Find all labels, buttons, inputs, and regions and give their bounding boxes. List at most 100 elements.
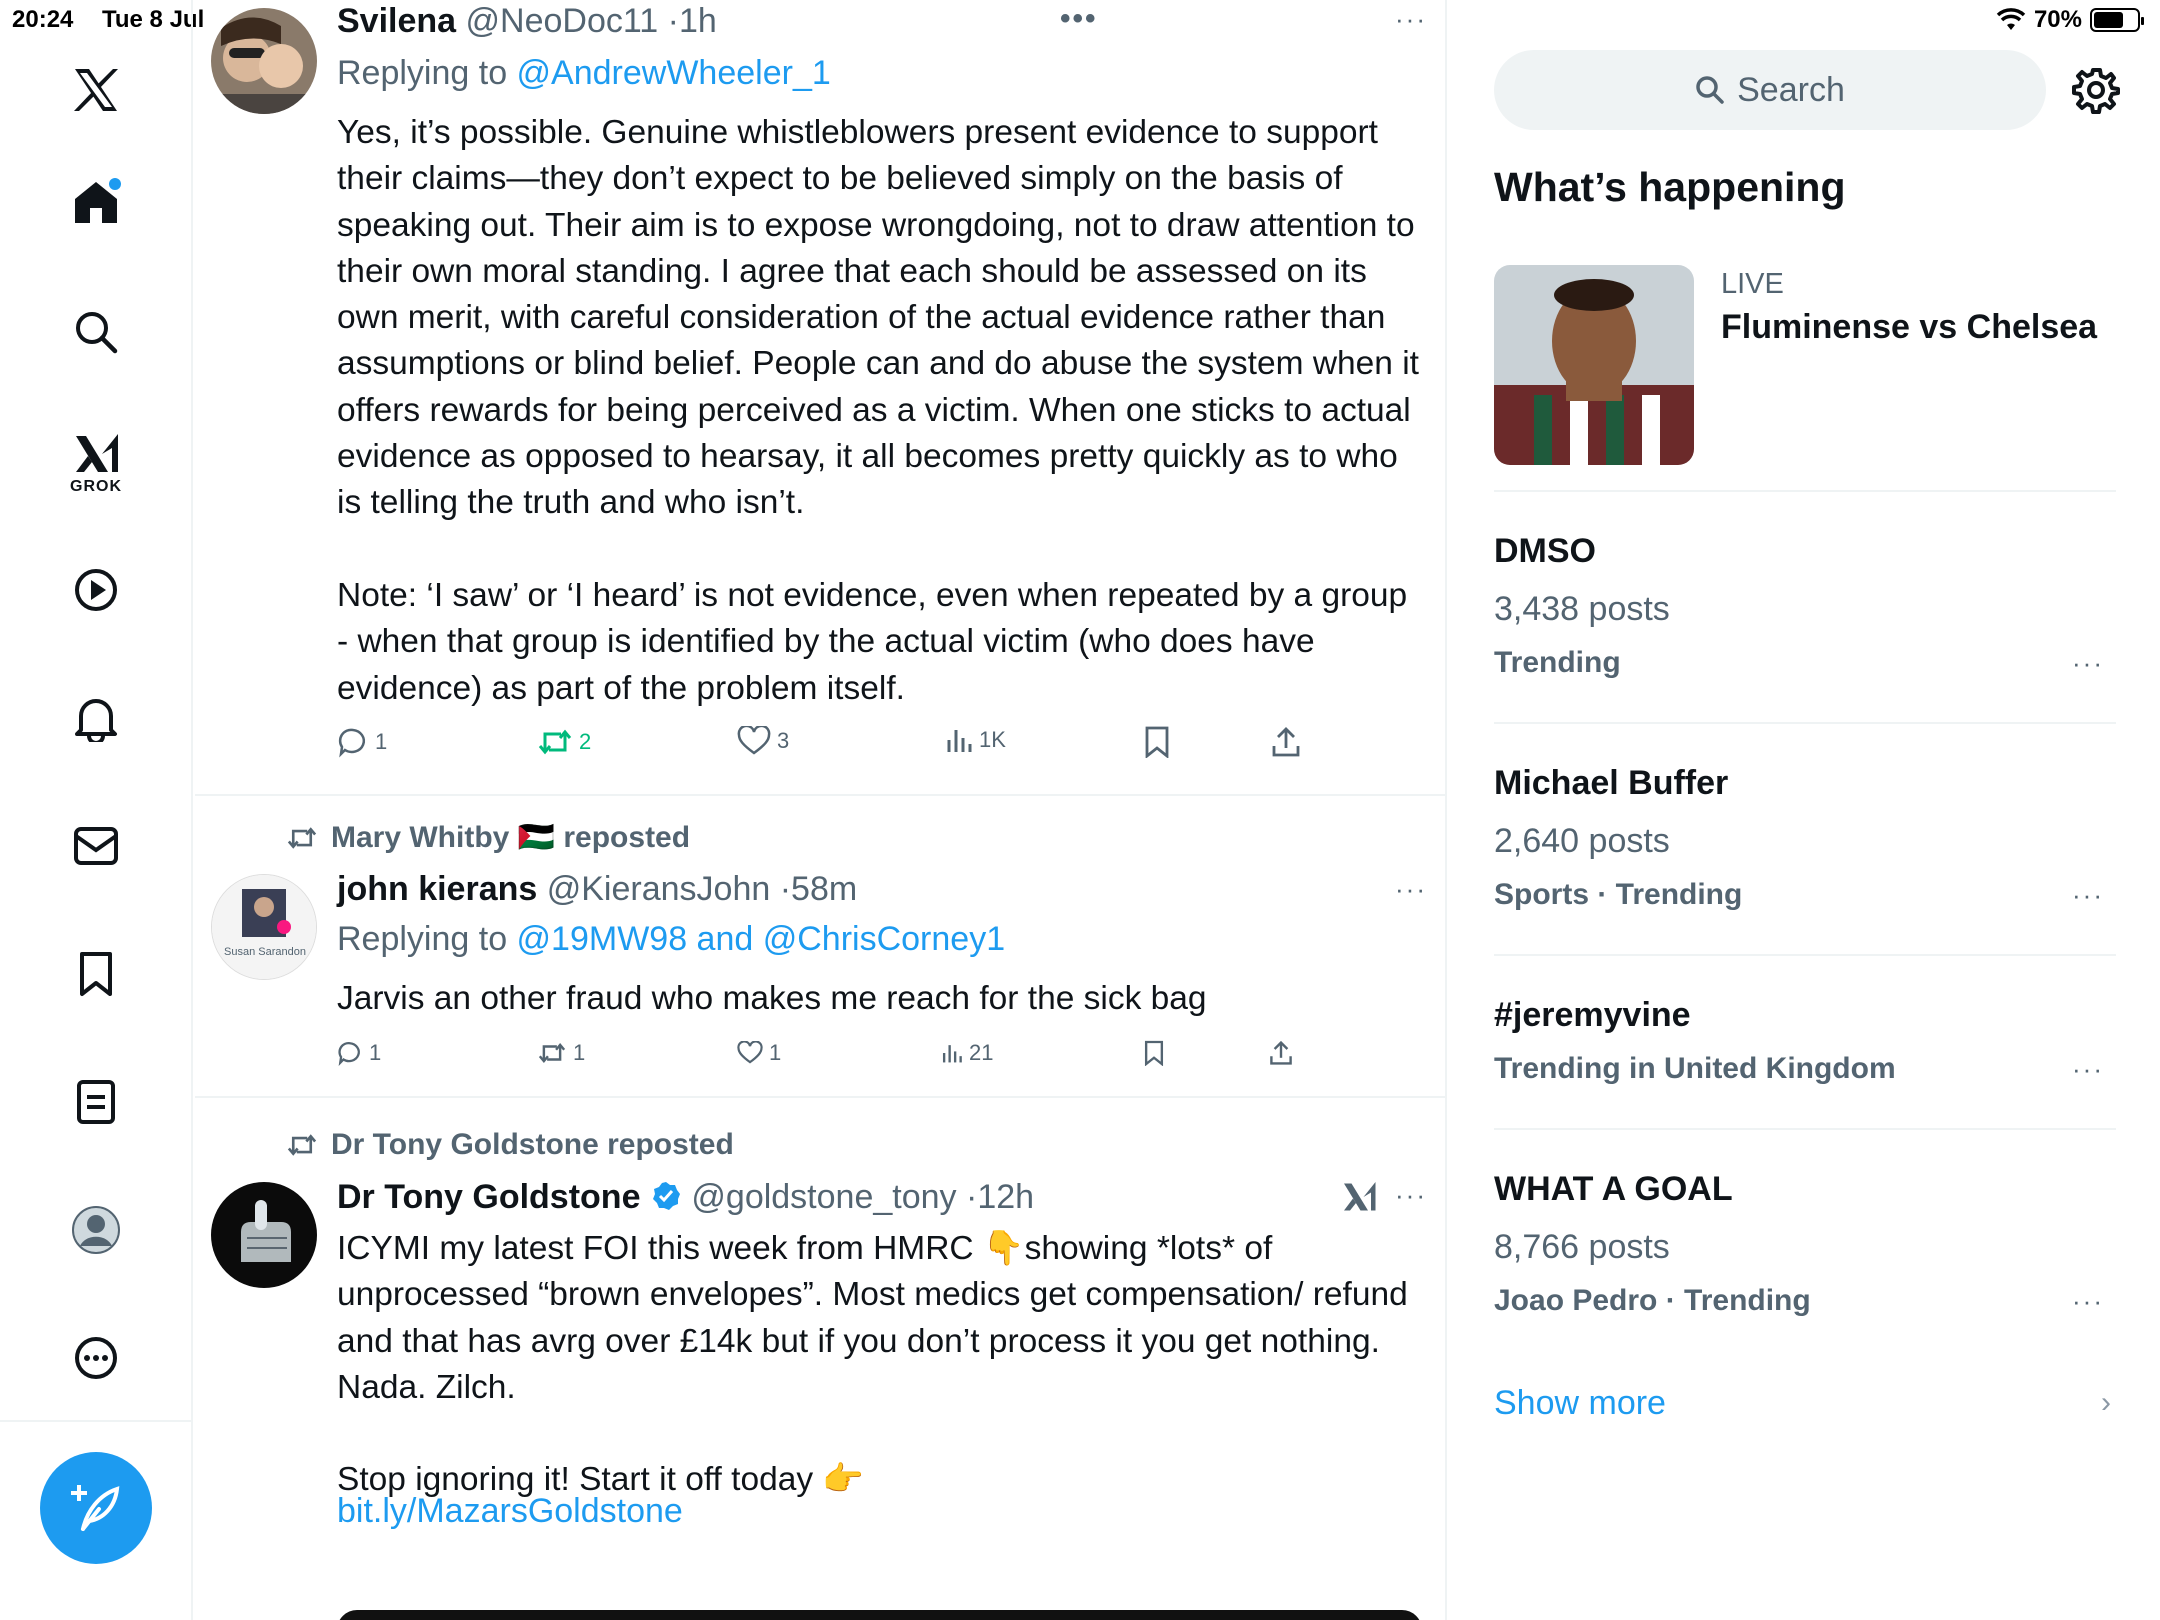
- trend-title[interactable]: Michael Buffer: [1494, 764, 1728, 803]
- explore-icon[interactable]: [66, 302, 126, 362]
- bookmark-button[interactable]: [1143, 1040, 1165, 1066]
- tweet-more-icon[interactable]: ···: [1395, 874, 1427, 905]
- views-button[interactable]: 1K: [945, 726, 1006, 754]
- divider: [1494, 722, 2116, 724]
- display-name[interactable]: Dr Tony Goldstone: [337, 1178, 640, 1216]
- display-name[interactable]: Svilena: [337, 2, 456, 40]
- views-button[interactable]: 21: [941, 1040, 993, 1066]
- repost-icon: [287, 826, 317, 849]
- more-icon[interactable]: [66, 1328, 126, 1388]
- replying-to-link[interactable]: @AndrewWheeler_1: [517, 54, 831, 92]
- tweet-text: Yes, it’s possible. Genuine whistleblowe…: [337, 114, 1419, 707]
- bookmark-button[interactable]: [1143, 726, 1171, 758]
- trend-context: Trending in United Kingdom: [1494, 1052, 1896, 1085]
- tweet-time[interactable]: 58m: [791, 870, 857, 908]
- reply-icon: [338, 728, 365, 758]
- share-button[interactable]: [1269, 1040, 1293, 1066]
- heart-icon: [737, 1041, 763, 1064]
- reply-button[interactable]: 1: [337, 726, 387, 758]
- live-event-title[interactable]: Fluminense vs Chelsea: [1721, 308, 2097, 347]
- repost-icon: [287, 1134, 317, 1156]
- section-title: What’s happening: [1494, 164, 1846, 210]
- x-logo-icon[interactable]: [66, 60, 126, 120]
- live-event-image[interactable]: [1494, 265, 1694, 465]
- divider: [1494, 1128, 2116, 1130]
- tweet-time[interactable]: 12h: [977, 1178, 1034, 1216]
- compose-button[interactable]: [40, 1452, 152, 1564]
- verified-badge-icon: [652, 1182, 680, 1210]
- separator: ·: [966, 1178, 978, 1216]
- avatar[interactable]: Susan Sarandon: [211, 874, 317, 980]
- reply-count: 1: [369, 1040, 382, 1065]
- video-icon[interactable]: [66, 560, 126, 620]
- tweet-more-icon[interactable]: ···: [1395, 1180, 1427, 1211]
- avatar[interactable]: [211, 1182, 317, 1288]
- lists-icon[interactable]: [66, 1072, 126, 1132]
- trend-title[interactable]: DMSO: [1494, 532, 1596, 571]
- display-name[interactable]: john kierans: [337, 870, 537, 908]
- reply-icon: [338, 1042, 360, 1066]
- search-input[interactable]: Search: [1494, 50, 2046, 130]
- share-icon: [1270, 1040, 1292, 1065]
- like-count: 1: [769, 1040, 782, 1065]
- tweet-link[interactable]: bit.ly/MazarsGoldstone: [337, 1492, 683, 1531]
- tweet[interactable]: Svilena @NeoDoc11 ·1h ••• ··· Replying t…: [195, 0, 1445, 796]
- grok-icon[interactable]: GROK: [66, 424, 126, 504]
- repost-button[interactable]: 1: [537, 1040, 585, 1066]
- trend-more-icon[interactable]: ···: [2072, 1286, 2104, 1317]
- tweet-more-icon[interactable]: ···: [1395, 4, 1427, 35]
- like-count: 3: [777, 728, 790, 753]
- like-button[interactable]: 3: [737, 726, 789, 756]
- tweet-header: john kierans @KieransJohn ·58m: [337, 870, 857, 909]
- avatar[interactable]: [211, 8, 317, 114]
- bookmark-icon: [1145, 726, 1169, 758]
- tweet[interactable]: Dr Tony Goldstone reposted Dr Tony Golds…: [195, 1100, 1445, 1620]
- repost-icon: [538, 1042, 566, 1064]
- bookmarks-icon[interactable]: [66, 944, 126, 1004]
- left-nav: GROK: [0, 0, 193, 1620]
- trend-more-icon[interactable]: ···: [2072, 1054, 2104, 1085]
- trend-title[interactable]: WHAT A GOAL: [1494, 1170, 1733, 1209]
- show-more-link[interactable]: Show more: [1494, 1384, 1666, 1423]
- live-label: LIVE: [1721, 268, 1784, 300]
- trend-title[interactable]: #jeremyvine: [1494, 996, 1691, 1035]
- replying-to: Replying to @AndrewWheeler_1: [337, 54, 831, 93]
- user-handle[interactable]: @goldstone_tony: [691, 1178, 956, 1216]
- timeline: Svilena @NeoDoc11 ·1h ••• ··· Replying t…: [195, 0, 1447, 1620]
- tweet-header: Svilena @NeoDoc11 ·1h: [337, 2, 717, 41]
- user-handle[interactable]: @KieransJohn: [547, 870, 771, 908]
- share-button[interactable]: [1271, 726, 1301, 758]
- media-preview[interactable]: [337, 1610, 1422, 1620]
- home-icon[interactable]: [66, 172, 126, 232]
- notification-dot: [109, 178, 121, 190]
- tweet[interactable]: Mary Whitby 🇵🇸 reposted Susan Sarandon j…: [195, 796, 1445, 1098]
- repost-count: 1: [573, 1040, 586, 1065]
- reply-button[interactable]: 1: [337, 1040, 381, 1066]
- repost-label[interactable]: Mary Whitby 🇵🇸 reposted: [331, 820, 690, 855]
- messages-icon[interactable]: [66, 816, 126, 876]
- notifications-icon[interactable]: [66, 688, 126, 748]
- share-icon: [1272, 727, 1300, 757]
- overflow-dots-icon[interactable]: •••: [1060, 2, 1098, 36]
- repost-button[interactable]: 2: [537, 726, 591, 758]
- trend-context: Trending: [1494, 646, 1621, 679]
- tweet-actions: 1 1 1 21: [337, 1040, 1337, 1080]
- trend-post-count: 8,766 posts: [1494, 1228, 1670, 1266]
- tweet-time[interactable]: 1h: [679, 2, 717, 40]
- repost-indicator: Mary Whitby 🇵🇸 reposted: [285, 820, 690, 855]
- profile-icon[interactable]: [66, 1200, 126, 1260]
- right-sidebar: Search What’s happening LIVE Fluminense …: [1449, 0, 2160, 1620]
- repost-count: 2: [579, 729, 592, 754]
- replying-to-link[interactable]: @19MW98 and @ChrisCorney1: [517, 920, 1006, 958]
- separator: ·: [779, 870, 792, 908]
- tweet-text: Jarvis an other fraud who makes me reach…: [337, 980, 1207, 1017]
- settings-gear-icon[interactable]: [2072, 66, 2120, 114]
- trend-more-icon[interactable]: ···: [2072, 880, 2104, 911]
- user-handle[interactable]: @NeoDoc11: [466, 2, 659, 40]
- trend-more-icon[interactable]: ···: [2072, 648, 2104, 679]
- replying-to: Replying to @19MW98 and @ChrisCorney1: [337, 920, 1005, 959]
- repost-label[interactable]: Dr Tony Goldstone reposted: [331, 1128, 734, 1162]
- like-button[interactable]: 1: [737, 1040, 781, 1066]
- heart-icon: [737, 726, 771, 755]
- grok-tweet-icon[interactable]: [1341, 1180, 1377, 1219]
